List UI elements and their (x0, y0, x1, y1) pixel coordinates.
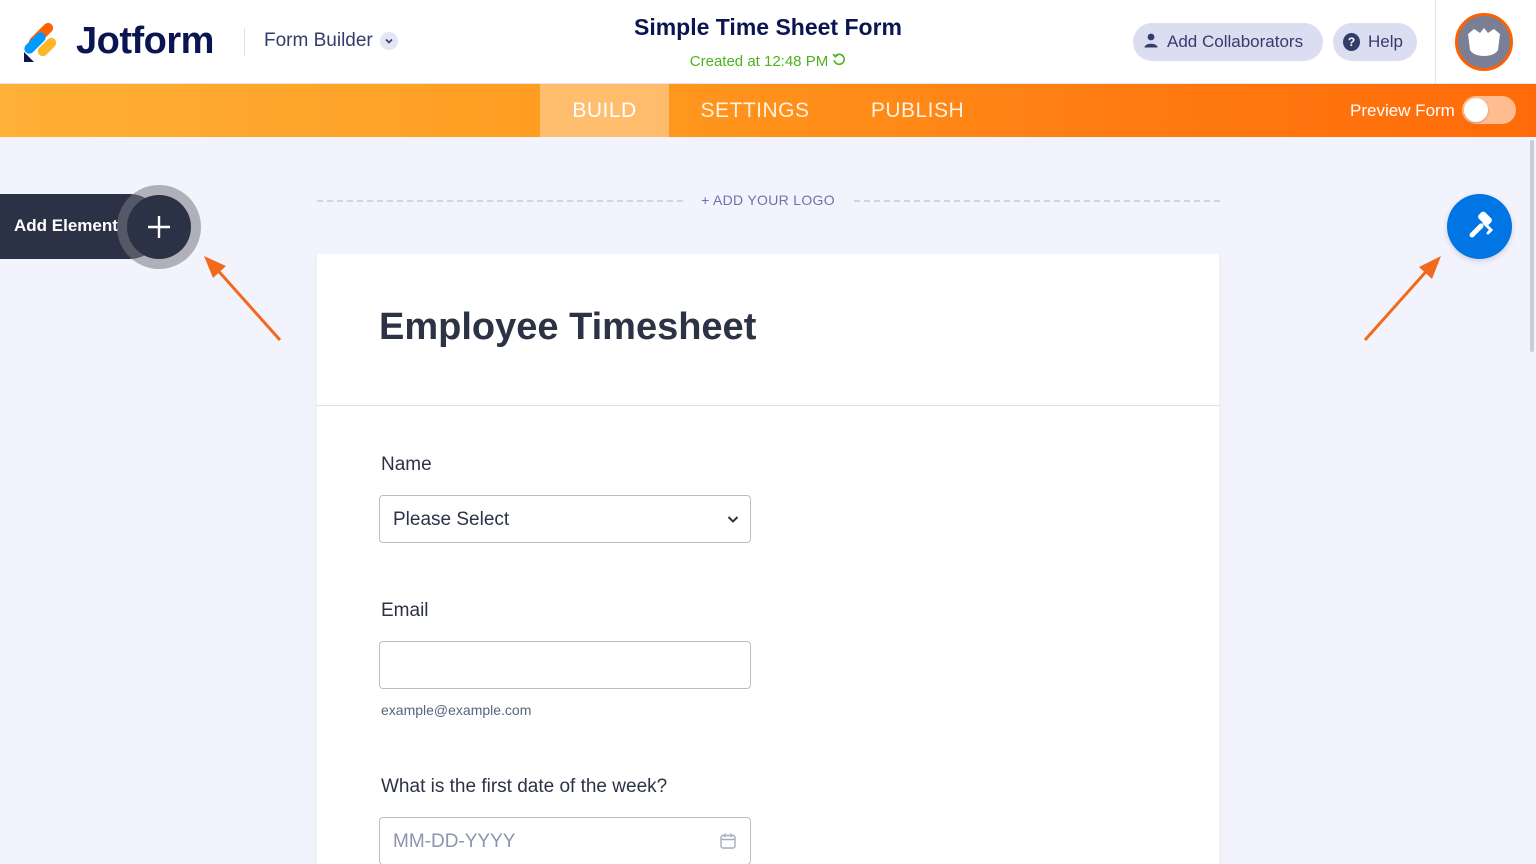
tab-settings[interactable]: SETTINGS (690, 84, 820, 137)
help-label: Help (1368, 32, 1403, 51)
annotation-arrow-left (204, 256, 282, 341)
week-start-date-field[interactable]: MM-DD-YYYY (379, 817, 751, 864)
header-divider (244, 28, 245, 56)
logo-dashed-line-right (854, 200, 1220, 202)
chevron-down-icon (379, 32, 398, 50)
calendar-icon[interactable] (719, 832, 737, 855)
plus-icon (148, 216, 170, 238)
brand-name: Jotform (76, 20, 214, 62)
add-element-plus-button[interactable] (127, 195, 191, 259)
header-separator (317, 405, 1219, 406)
week-start-date-label: What is the first date of the week? (381, 776, 668, 797)
form-heading[interactable]: Employee Timesheet (379, 306, 756, 349)
jotform-logo-icon (22, 22, 60, 62)
form-card: Employee Timesheet Name Please Select Em… (317, 254, 1219, 864)
add-element-label: Add Element (14, 216, 118, 235)
annotation-arrow-right (1363, 256, 1441, 341)
top-header: Jotform Form Builder Simple Time Sheet F… (0, 0, 1536, 84)
tab-build[interactable]: BUILD (540, 84, 669, 137)
form-designer-button[interactable] (1447, 194, 1512, 259)
preview-form-label: Preview Form (1350, 101, 1455, 120)
date-placeholder: MM-DD-YYYY (393, 831, 516, 852)
name-select[interactable]: Please Select (379, 495, 751, 543)
refresh-icon (832, 52, 846, 70)
email-sublabel: example@example.com (381, 702, 532, 718)
name-label: Name (381, 454, 432, 475)
question-circle-icon: ? (1343, 33, 1361, 51)
form-builder-label: Form Builder (264, 30, 373, 51)
add-collaborators-button[interactable]: Add Collaborators (1133, 23, 1323, 61)
account-area (1435, 0, 1536, 84)
form-builder-dropdown[interactable]: Form Builder (264, 30, 398, 52)
email-label: Email (381, 600, 429, 621)
logo-dashed-line-left (317, 200, 683, 202)
add-logo-button[interactable]: + ADD YOUR LOGO (690, 192, 846, 208)
created-status: Created at 12:48 PM (568, 52, 968, 70)
form-title[interactable]: Simple Time Sheet Form (568, 14, 968, 41)
email-field[interactable] (379, 641, 751, 689)
avatar[interactable] (1455, 13, 1513, 71)
toggle-knob (1464, 98, 1488, 122)
name-select-value: Please Select (393, 509, 510, 530)
brand-logo[interactable]: Jotform (22, 20, 214, 63)
paint-roller-icon (1469, 211, 1493, 237)
created-text: Created at 12:48 PM (689, 52, 829, 70)
preview-form-toggle[interactable] (1462, 96, 1516, 124)
builder-nav: BUILD SETTINGS PUBLISH Preview Form (0, 84, 1536, 137)
help-button[interactable]: ? Help (1333, 23, 1417, 61)
add-collaborators-label: Add Collaborators (1167, 32, 1304, 51)
user-icon (1143, 32, 1159, 53)
chevron-down-icon (726, 512, 740, 531)
tab-publish[interactable]: PUBLISH (860, 84, 975, 137)
scrollbar-thumb[interactable] (1530, 140, 1534, 352)
